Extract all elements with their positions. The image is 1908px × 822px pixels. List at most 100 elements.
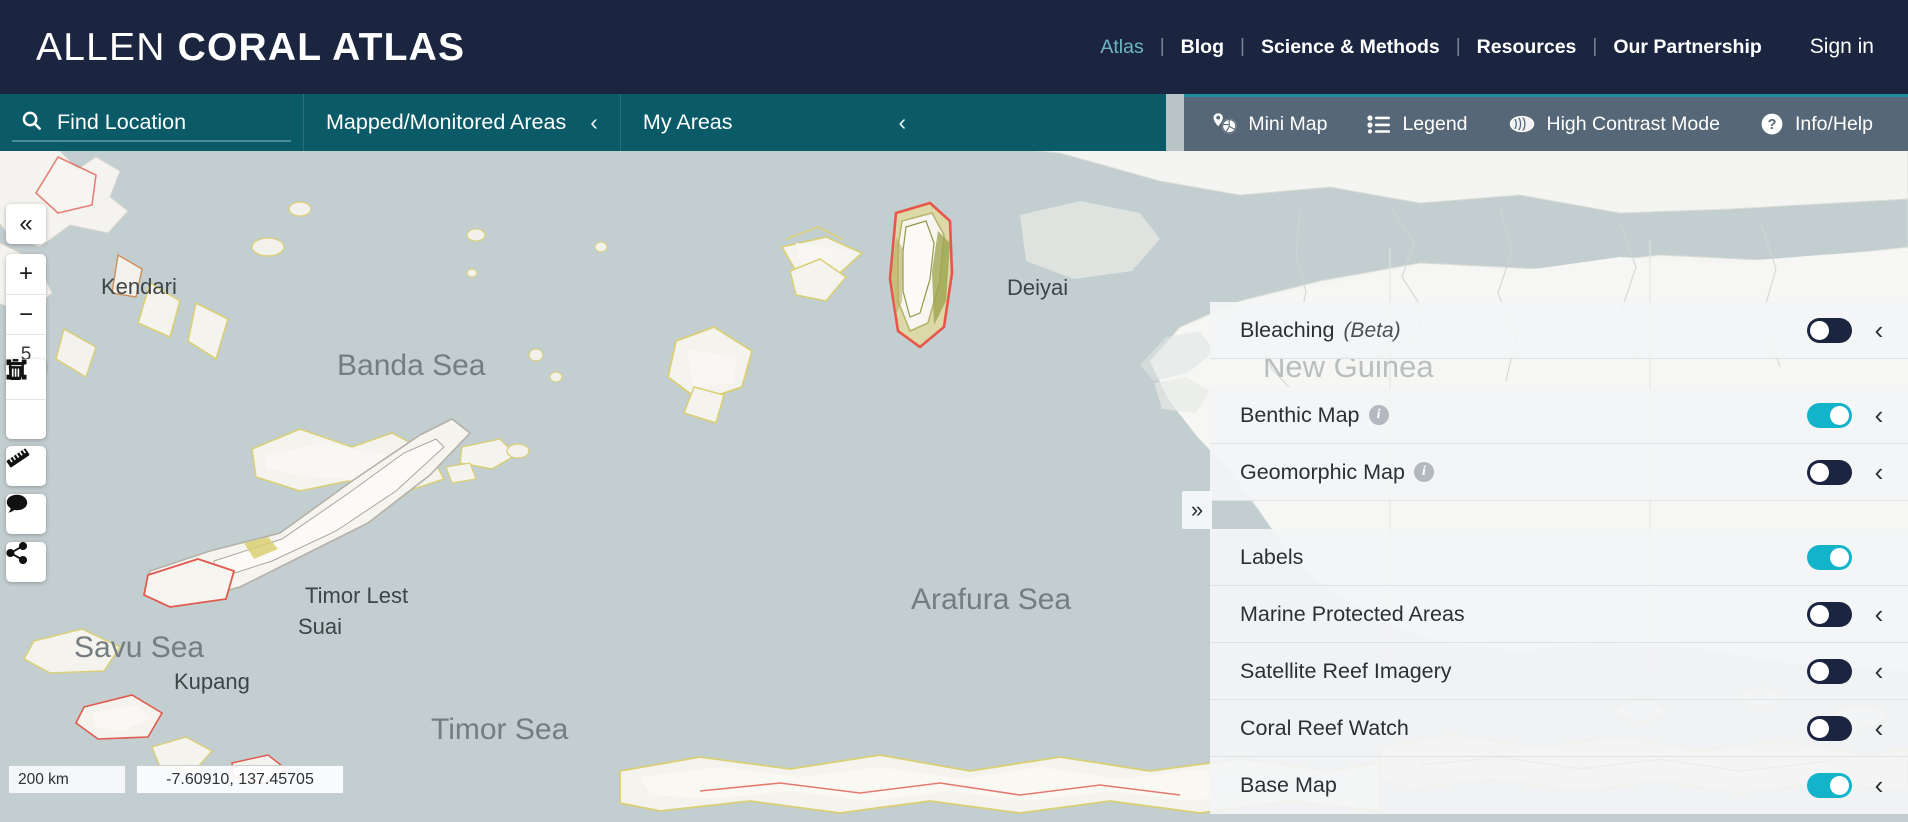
layer-row-marine-protected-areas[interactable]: Marine Protected Areas ‹ [1210,586,1908,643]
chevron-left-icon[interactable]: ‹ [590,109,598,136]
nav-item-atlas[interactable]: Atlas [1100,36,1143,59]
layer-row-base-map[interactable]: Base Map ‹ [1210,757,1908,814]
site-logo[interactable]: ALLEN CORAL ATLAS [36,28,465,67]
layer-controls: ‹ [1807,315,1886,346]
layers-panel-gap [1210,501,1908,529]
nav-item-resources[interactable]: Resources [1477,36,1577,59]
layer-toggle-bleaching[interactable] [1807,317,1852,343]
find-location-search[interactable]: Find Location [0,94,303,151]
zoom-in-button[interactable]: + [6,254,46,294]
share-button[interactable] [6,542,46,582]
search-input[interactable]: Find Location [57,110,186,135]
rail-measure-group [6,446,46,486]
delete-area-button[interactable] [6,359,46,439]
layer-expand-chevron[interactable]: ‹ [1872,770,1886,801]
tab-mapped-monitored-areas[interactable]: Mapped/Monitored Areas ‹ [304,94,620,151]
coral-atlas-app: ALLEN CORAL ATLAS Atlas | Blog | Science… [0,0,1908,822]
layer-label-group: Marine Protected Areas [1240,602,1465,627]
layer-row-satellite-reef-imagery[interactable]: Satellite Reef Imagery ‹ [1210,643,1908,700]
layer-toggle-coral-reef-watch[interactable] [1807,715,1852,741]
layers-panel: Bleaching (Beta) ‹ Benthic Map i ‹ Geomo… [1210,302,1908,814]
zoom-out-button[interactable]: − [6,294,46,334]
layer-expand-chevron[interactable]: ‹ [1872,656,1886,687]
toggle-knob [1810,604,1829,624]
measure-tool-box [6,446,46,486]
zoom-controls-box: + − 5 [6,254,46,374]
nav-separator: | [1455,36,1461,57]
layer-expand-chevron[interactable]: ‹ [1872,457,1886,488]
scale-bar: 200 km [8,765,126,794]
collapse-panel-box: « [6,204,46,244]
layer-toggle-geomorphic-map[interactable] [1807,459,1852,485]
chevron-left-icon[interactable]: ‹ [899,109,907,136]
mini-map-button[interactable]: Mini Map [1194,112,1344,136]
info-help-button[interactable]: ? Info/Help [1743,112,1890,136]
main-navigation: Atlas | Blog | Science & Methods | Resou… [1100,35,1908,59]
expand-layers-panel-button[interactable]: » [1182,491,1212,529]
tab-my-areas-label: My Areas [642,110,733,134]
layer-controls: ‹ [1807,656,1886,687]
help-icon: ? [1760,112,1784,136]
legend-button[interactable]: Legend [1350,113,1484,136]
layer-toggle-labels[interactable] [1807,544,1852,570]
layer-row-geomorphic-map[interactable]: Geomorphic Map i ‹ [1210,444,1908,501]
layer-toggle-base-map[interactable] [1807,773,1852,798]
layer-expand-chevron[interactable]: ‹ [1872,315,1886,346]
layer-row-benthic-map[interactable]: Benthic Map i ‹ [1210,387,1908,444]
layer-expand-chevron[interactable]: ‹ [1872,713,1886,744]
layer-row-bleaching[interactable]: Bleaching (Beta) ‹ [1210,302,1908,359]
layer-label-group: Satellite Reef Imagery [1240,659,1452,684]
map-label-timor-sea: Timor Sea [431,713,569,746]
map-canvas[interactable]: Kendari Deiyai Banda Sea New Guinea Araf… [0,151,1908,822]
layer-label: Geomorphic Map [1240,459,1405,484]
toggle-knob [1830,405,1849,425]
layer-expand-chevron[interactable]: ‹ [1872,400,1886,431]
nav-item-blog[interactable]: Blog [1181,36,1224,59]
layer-controls: ‹ [1807,400,1886,431]
layer-expand-chevron[interactable]: ‹ [1872,599,1886,630]
logo-word-coral-atlas: CORAL ATLAS [177,25,466,69]
layer-toggle-satellite-reef-imagery[interactable] [1807,658,1852,684]
map-label-banda-sea: Banda Sea [337,349,486,382]
scale-bar-label: 200 km [18,770,69,788]
search-underline [12,140,291,142]
mini-map-label: Mini Map [1248,112,1328,135]
map-label-deiyai: Deiyai [1007,275,1069,300]
layer-controls: ‹ [1807,542,1886,573]
layer-controls: ‹ [1807,457,1886,488]
coordinate-value: -7.60910, 137.45705 [166,770,314,788]
layer-label-group: Bleaching (Beta) [1240,318,1401,343]
measure-button[interactable] [6,446,46,486]
coordinate-readout: -7.60910, 137.45705 [136,765,344,794]
toggle-knob [1830,547,1849,567]
rail-zoom-group: + − 5 [6,254,46,374]
layer-label: Benthic Map [1240,402,1360,427]
contrast-icon [1508,113,1536,135]
nav-separator: | [1240,36,1245,57]
rail-collapse-group: « [6,204,46,244]
site-header: ALLEN CORAL ATLAS Atlas | Blog | Science… [0,0,1908,94]
tab-my-areas[interactable]: My Areas ‹ [621,94,928,151]
layer-row-coral-reef-watch[interactable]: Coral Reef Watch ‹ [1210,700,1908,757]
sign-in-link[interactable]: Sign in [1810,35,1874,59]
map-label-timor-lest: Timor Lest [305,583,409,608]
info-icon[interactable]: i [1368,405,1389,425]
comment-button[interactable] [6,494,46,534]
toolbar-spacer [928,94,1167,151]
layer-label-group: Labels [1240,545,1303,570]
layer-label: Satellite Reef Imagery [1240,658,1452,683]
layer-label: Base Map [1240,773,1337,797]
layer-toggle-benthic-map[interactable] [1807,402,1852,428]
layer-label-group: Geomorphic Map i [1240,460,1434,485]
layer-toggle-marine-protected-areas[interactable] [1807,601,1852,627]
layer-row-labels[interactable]: Labels ‹ [1210,529,1908,586]
high-contrast-mode-button[interactable]: High Contrast Mode [1491,113,1737,136]
nav-item-our-partnership[interactable]: Our Partnership [1613,36,1761,59]
layer-label: Coral Reef Watch [1240,715,1409,740]
map-label-arafura-sea: Arafura Sea [911,583,1072,616]
info-help-label: Info/Help [1794,112,1873,135]
layer-controls: ‹ [1807,713,1886,744]
collapse-sidebar-button[interactable]: « [6,204,46,244]
nav-item-science-methods[interactable]: Science & Methods [1261,36,1440,59]
info-icon[interactable]: i [1413,462,1434,482]
